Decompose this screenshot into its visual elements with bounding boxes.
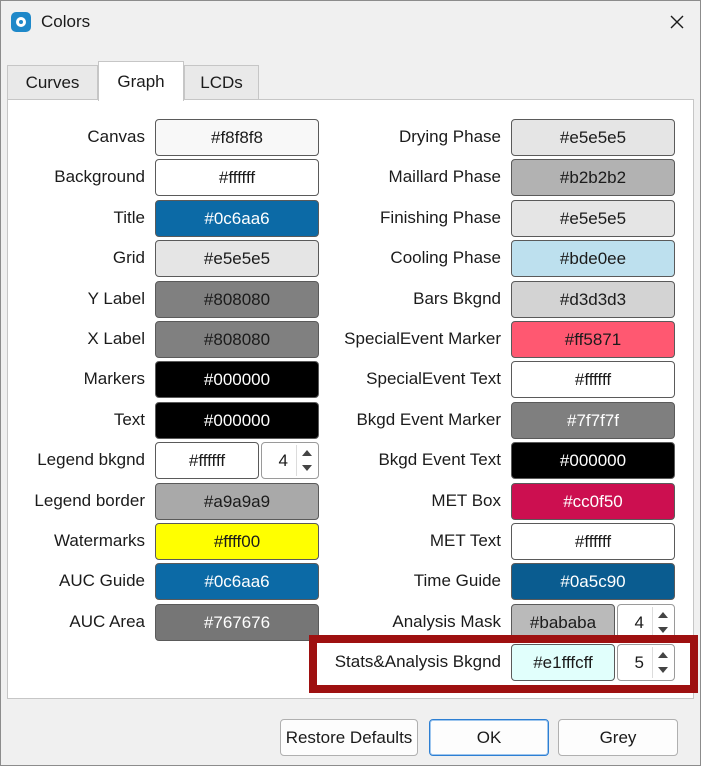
- bkgd-event-marker-color-button[interactable]: #7f7f7f: [511, 402, 675, 439]
- grid-color-button[interactable]: #e5e5e5: [155, 240, 319, 277]
- spin-arrows[interactable]: [652, 607, 672, 638]
- auc-area-color-button[interactable]: #767676: [155, 604, 319, 641]
- chevron-up-icon[interactable]: [302, 450, 312, 456]
- drying-phase-color-button[interactable]: #e5e5e5: [511, 119, 675, 156]
- specialevent-text-label: SpecialEvent Text: [366, 369, 501, 388]
- tab-lcds[interactable]: LCDs: [184, 65, 259, 100]
- grid-label: Grid: [112, 248, 145, 267]
- auc-guide-color-button[interactable]: #0c6aa6: [155, 563, 319, 600]
- legend-bkgnd-spin-value: 4: [278, 451, 288, 470]
- canvas-label: Canvas: [87, 127, 145, 146]
- bkgd-event-marker-label: Bkgd Event Marker: [356, 410, 501, 429]
- x-label-color-button[interactable]: #808080: [155, 321, 319, 358]
- time-guide-label: Time Guide: [413, 571, 501, 590]
- met-text-color-button[interactable]: #ffffff: [511, 523, 675, 560]
- canvas-color-button[interactable]: #f8f8f8: [155, 119, 319, 156]
- chevron-up-icon[interactable]: [658, 612, 668, 618]
- close-icon: [670, 15, 684, 29]
- y-label-label: Y Label: [87, 289, 145, 308]
- met-box-label: MET Box: [431, 491, 501, 510]
- y-label-color-button[interactable]: #808080: [155, 281, 319, 318]
- tab-graph[interactable]: Graph: [98, 61, 184, 101]
- text-label: Text: [113, 410, 145, 429]
- legend-bkgnd-color-button[interactable]: #ffffff: [155, 442, 259, 479]
- cooling-phase-label: Cooling Phase: [390, 248, 501, 267]
- markers-label: Markers: [83, 369, 145, 388]
- finishing-phase-color-button[interactable]: #e5e5e5: [511, 200, 675, 237]
- auc-guide-label: AUC Guide: [59, 571, 145, 590]
- met-text-label: MET Text: [429, 531, 501, 550]
- tab-curves[interactable]: Curves: [7, 65, 98, 100]
- specialevent-marker-label: SpecialEvent Marker: [344, 329, 501, 348]
- met-box-color-button[interactable]: #cc0f50: [511, 483, 675, 520]
- background-label: Background: [54, 167, 145, 186]
- title-bar: Colors: [1, 1, 700, 43]
- chevron-down-icon[interactable]: [658, 627, 668, 633]
- spin-arrows[interactable]: [296, 445, 316, 476]
- bkgd-event-text-color-button[interactable]: #000000: [511, 442, 675, 479]
- legend-border-label: Legend border: [34, 491, 145, 510]
- bars-bkgnd-label: Bars Bkgnd: [413, 289, 501, 308]
- specialevent-marker-color-button[interactable]: #ff5871: [511, 321, 675, 358]
- markers-color-button[interactable]: #000000: [155, 361, 319, 398]
- x-label-label: X Label: [87, 329, 145, 348]
- dialog-title: Colors: [41, 12, 91, 31]
- ok-button[interactable]: OK: [429, 719, 549, 756]
- specialevent-text-color-button[interactable]: #ffffff: [511, 361, 675, 398]
- annotation-highlight-box: [309, 635, 698, 693]
- colors-dialog: Colors Curves Graph LCDs Canvas #f8f8f8 Ba…: [0, 0, 701, 766]
- restore-defaults-button[interactable]: Restore Defaults: [280, 719, 418, 756]
- cooling-phase-color-button[interactable]: #bde0ee: [511, 240, 675, 277]
- title-color-button[interactable]: #0c6aa6: [155, 200, 319, 237]
- watermarks-color-button[interactable]: #ffff00: [155, 523, 319, 560]
- auc-area-label: AUC Area: [69, 612, 145, 631]
- close-button[interactable]: [654, 1, 700, 43]
- chevron-down-icon[interactable]: [302, 465, 312, 471]
- legend-border-color-button[interactable]: #a9a9a9: [155, 483, 319, 520]
- legend-bkgnd-label: Legend bkgnd: [37, 450, 145, 469]
- background-color-button[interactable]: #ffffff: [155, 159, 319, 196]
- drying-phase-label: Drying Phase: [398, 127, 501, 146]
- app-logo-icon: [11, 12, 31, 32]
- bars-bkgnd-color-button[interactable]: #d3d3d3: [511, 281, 675, 318]
- maillard-phase-label: Maillard Phase: [388, 167, 501, 186]
- bkgd-event-text-label: Bkgd Event Text: [378, 450, 501, 469]
- text-color-button[interactable]: #000000: [155, 402, 319, 439]
- legend-bkgnd-opacity-spinbox[interactable]: 4: [261, 442, 319, 479]
- maillard-phase-color-button[interactable]: #b2b2b2: [511, 159, 675, 196]
- finishing-phase-label: Finishing Phase: [380, 208, 501, 227]
- watermarks-label: Watermarks: [54, 531, 145, 550]
- grey-button[interactable]: Grey: [558, 719, 678, 756]
- title-label: Title: [113, 208, 146, 227]
- time-guide-color-button[interactable]: #0a5c90: [511, 563, 675, 600]
